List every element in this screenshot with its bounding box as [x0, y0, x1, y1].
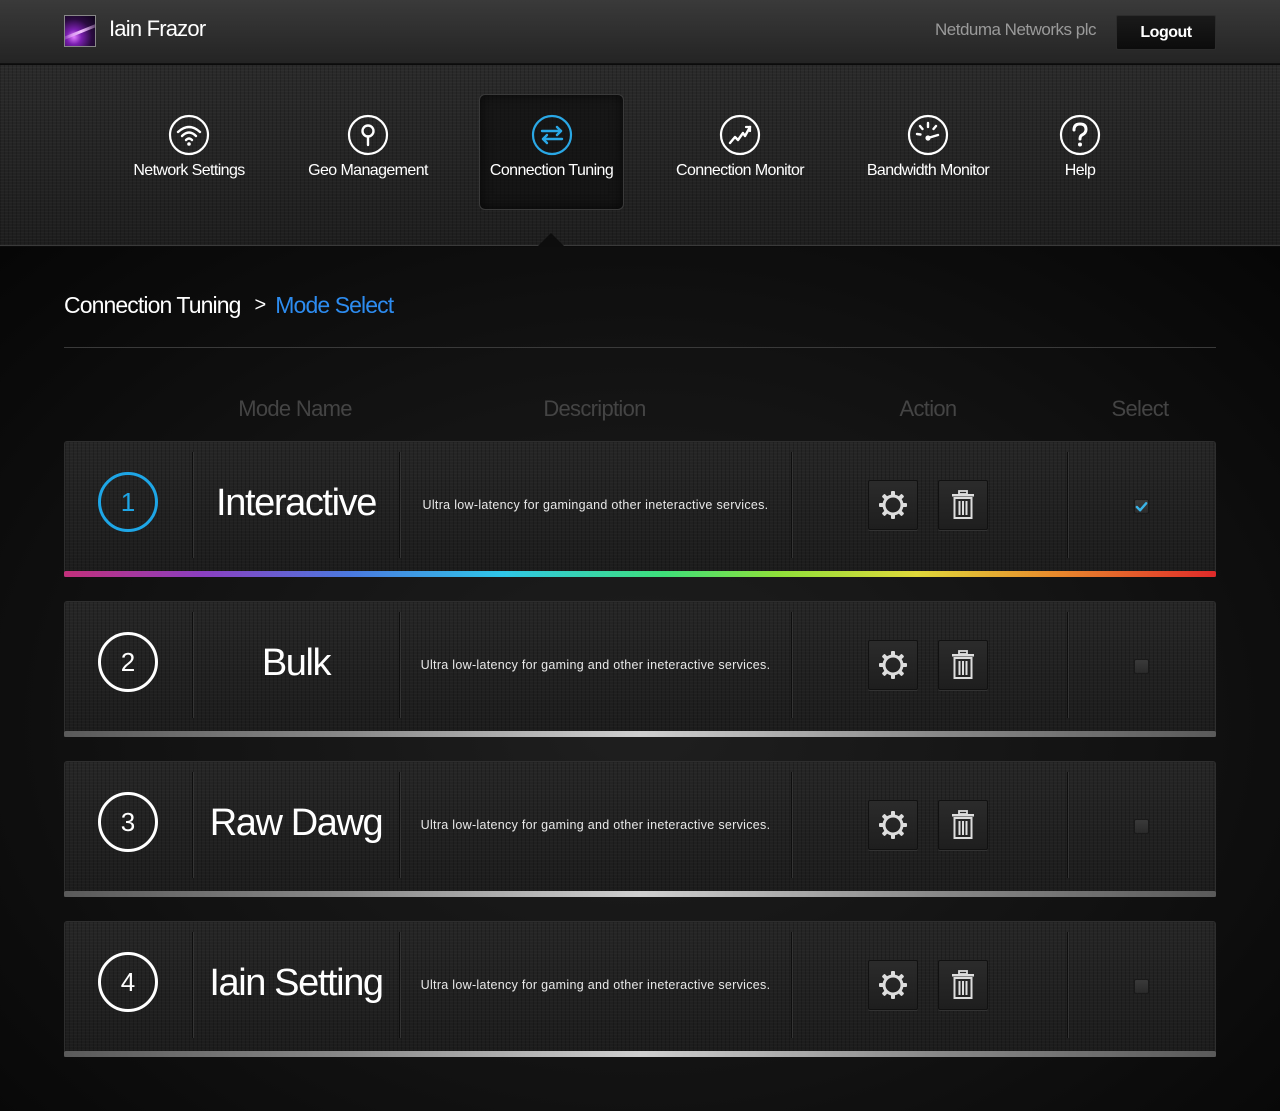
help-icon — [1059, 114, 1101, 156]
logout-button[interactable]: Logout — [1116, 15, 1216, 50]
mode-row-iain-setting[interactable]: 4 Iain Setting Ultra low-latency for gam… — [64, 921, 1216, 1057]
nav-label: Help — [1064, 162, 1096, 179]
nav-label: Connection Monitor — [676, 162, 805, 179]
column-divider — [1067, 772, 1068, 878]
speedometer-icon — [907, 114, 949, 156]
company-name: Netduma Networks plc — [934, 20, 1097, 39]
nav-label: Network Settings — [133, 162, 245, 179]
nav-item-geo-management[interactable]: Geo Management — [308, 65, 428, 246]
settings-button[interactable] — [868, 800, 918, 850]
avatar[interactable] — [64, 15, 96, 47]
column-divider — [791, 772, 792, 878]
mode-description: Ultra low-latency for gaming and other i… — [420, 658, 771, 672]
column-divider — [1067, 612, 1068, 718]
mode-name: Iain Setting — [209, 962, 384, 1004]
breadcrumb-current: Mode Select — [275, 292, 394, 318]
trash-icon — [952, 970, 974, 999]
mode-number: 3 — [98, 792, 158, 852]
column-header-action: Action — [899, 396, 958, 421]
delete-button[interactable] — [938, 800, 988, 850]
map-pin-icon — [347, 114, 389, 156]
checkmark-icon — [1135, 501, 1148, 511]
breadcrumb-separator: > — [254, 294, 267, 316]
settings-button[interactable] — [868, 480, 918, 530]
select-checkbox[interactable] — [1134, 499, 1149, 514]
breadcrumb: Connection Tuning > Mode Select — [64, 292, 394, 319]
select-checkbox[interactable] — [1134, 979, 1149, 994]
column-header-select: Select — [1111, 396, 1170, 421]
column-divider — [791, 452, 792, 558]
main-nav: Network Settings Geo Management Connecti… — [0, 65, 1280, 246]
username: Iain Frazor — [109, 16, 206, 41]
wifi-icon — [168, 114, 210, 156]
trash-icon — [952, 650, 974, 679]
gear-icon — [879, 971, 907, 999]
nav-label: Geo Management — [308, 162, 428, 179]
mode-name: Bulk — [261, 642, 332, 684]
nav-active-pointer — [537, 233, 565, 247]
nav-label: Connection Tuning — [489, 162, 614, 179]
nav-item-connection-monitor[interactable]: Connection Monitor — [676, 65, 805, 246]
select-checkbox[interactable] — [1134, 659, 1149, 674]
column-divider — [1067, 932, 1068, 1038]
settings-button[interactable] — [868, 960, 918, 1010]
swap-arrows-icon — [531, 114, 572, 156]
mode-row-raw-dawg[interactable]: 3 Raw Dawg Ultra low-latency for gaming … — [64, 761, 1216, 897]
delete-button[interactable] — [938, 480, 988, 530]
settings-button[interactable] — [868, 640, 918, 690]
select-checkbox[interactable] — [1134, 819, 1149, 834]
mode-bar — [64, 731, 1216, 737]
breadcrumb-parent[interactable]: Connection Tuning — [64, 292, 241, 319]
trash-icon — [952, 810, 974, 839]
nav-label: Bandwidth Monitor — [866, 162, 990, 179]
gear-icon — [879, 651, 907, 679]
mode-bar — [64, 1051, 1216, 1057]
nav-item-help[interactable]: Help — [1058, 65, 1102, 246]
trash-icon — [952, 490, 974, 519]
column-divider — [791, 932, 792, 1038]
column-header-description: Description — [543, 396, 646, 421]
line-chart-icon — [719, 114, 761, 156]
mode-number: 2 — [98, 632, 158, 692]
mode-number: 1 — [98, 472, 158, 532]
delete-button[interactable] — [938, 640, 988, 690]
mode-active-bar — [64, 571, 1216, 577]
column-divider — [791, 612, 792, 718]
gear-icon — [879, 491, 907, 519]
mode-bar — [64, 891, 1216, 897]
mode-row-interactive[interactable]: 1 Interactive Ultra low-latency for gami… — [64, 441, 1216, 577]
nav-item-bandwidth-monitor[interactable]: Bandwidth Monitor — [866, 65, 990, 246]
delete-button[interactable] — [938, 960, 988, 1010]
nav-item-connection-tuning[interactable]: Connection Tuning — [490, 65, 614, 246]
mode-row-bulk[interactable]: 2 Bulk Ultra low-latency for gaming and … — [64, 601, 1216, 737]
mode-name: Raw Dawg — [209, 802, 384, 844]
column-header-mode-name: Mode Name — [238, 396, 352, 421]
top-bar: Iain Frazor Netduma Networks plc Logout — [0, 0, 1280, 64]
column-divider — [1067, 452, 1068, 558]
mode-description: Ultra low-latency for gamingand other in… — [422, 498, 769, 512]
mode-number: 4 — [98, 952, 158, 1012]
nav-item-network-settings[interactable]: Network Settings — [133, 65, 245, 246]
mode-description: Ultra low-latency for gaming and other i… — [420, 818, 771, 832]
mode-name: Interactive — [216, 482, 377, 524]
mode-description: Ultra low-latency for gaming and other i… — [420, 978, 771, 992]
gear-icon — [879, 811, 907, 839]
divider — [64, 347, 1216, 348]
